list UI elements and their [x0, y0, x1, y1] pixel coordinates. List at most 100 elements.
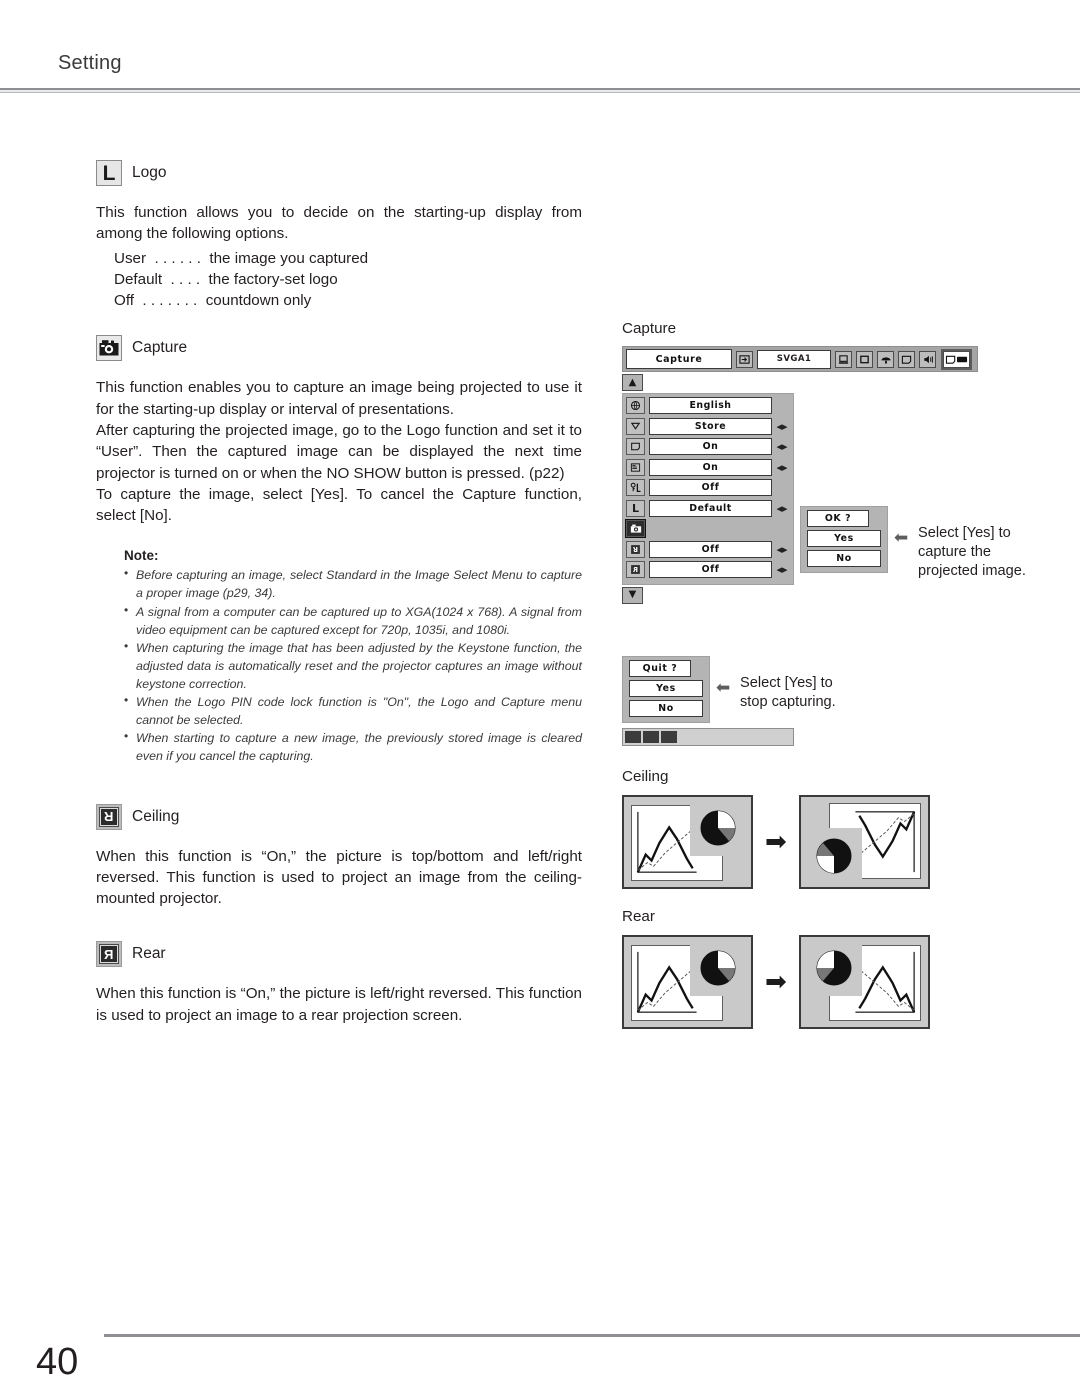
- note-item: Before capturing an image, select Standa…: [124, 565, 582, 602]
- section-capture-title: Capture: [132, 339, 188, 357]
- section-rear: R Rear When this function is “On,” the p…: [96, 941, 582, 1026]
- pie-chart: [815, 949, 853, 987]
- rear-icon: R: [626, 561, 645, 578]
- capture-dialog-yes-button[interactable]: Yes: [807, 530, 881, 547]
- logo-option-off: Off . . . . . . . countdown only: [114, 292, 312, 310]
- capture-dialog-prompt: OK ?: [807, 510, 869, 527]
- quit-dialog-no-button[interactable]: No: [629, 700, 703, 717]
- rear-illustration-group: Rear ➡: [622, 908, 930, 1029]
- rear-illustration-label: Rear: [622, 908, 655, 925]
- input-icon[interactable]: [736, 350, 753, 368]
- pie-chart: [699, 949, 737, 987]
- logo-icon: L: [626, 499, 645, 517]
- left-right-adjust-icon[interactable]: ◂▸: [774, 459, 790, 476]
- osd-row-capture[interactable]: [626, 519, 790, 538]
- pin-code-lock-icon: [626, 479, 645, 496]
- section-logo: L Logo This function allows you to decid…: [96, 160, 582, 311]
- note-item: When the Logo PIN code lock function is …: [124, 692, 582, 729]
- note-item: When capturing the image that has been a…: [124, 638, 582, 693]
- section-capture-heading: Capture: [96, 335, 582, 362]
- capture-confirm-dialog: OK ? Yes No: [800, 506, 888, 573]
- section-logo-heading: L Logo: [96, 160, 582, 186]
- svg-text:R: R: [633, 545, 638, 553]
- osd-row-language[interactable]: English: [626, 396, 790, 415]
- left-right-adjust-icon[interactable]: ◂▸: [774, 541, 790, 558]
- note-item: When starting to capture a new image, th…: [124, 728, 582, 765]
- section-ceiling: R Ceiling When this function is “On,” th…: [96, 803, 582, 910]
- osd-value-logo[interactable]: Default: [649, 499, 772, 517]
- osd-row-lamp-mode[interactable]: Store ◂▸: [626, 417, 790, 436]
- header-divider: [0, 88, 1080, 93]
- pointer-arrow-icon: ⬅: [716, 678, 731, 698]
- projection-rear: [798, 935, 930, 1029]
- logo-icon: L: [96, 160, 122, 186]
- ceiling-illustration-pair: ➡: [622, 795, 930, 889]
- section-ceiling-heading: R Ceiling: [96, 803, 582, 830]
- logo-option-user: User . . . . . . the image you captured: [114, 249, 369, 267]
- osd-row-display[interactable]: On ◂▸: [626, 437, 790, 456]
- osd-value-ceiling[interactable]: Off: [649, 540, 772, 558]
- capture-camera-icon: [96, 335, 122, 362]
- pie-chart: [699, 809, 737, 847]
- osd-value-rear[interactable]: Off: [649, 561, 772, 578]
- ceiling-illustration-label: Ceiling: [622, 768, 669, 785]
- progress-block: [661, 731, 677, 743]
- progress-block: [625, 731, 641, 743]
- quit-dialog-yes-button[interactable]: Yes: [629, 680, 703, 697]
- chapter-title: Setting: [58, 52, 122, 74]
- projection-normal: [622, 795, 753, 889]
- osd-menu-title: Capture: [626, 349, 732, 369]
- ceiling-icon: R: [96, 803, 122, 830]
- display-icon: [626, 438, 645, 455]
- osd-row-menu-position[interactable]: On ◂▸: [626, 458, 790, 477]
- section-rear-heading: R Rear: [96, 941, 582, 968]
- capture-note-box: Note: Before capturing an image, select …: [124, 548, 582, 765]
- section-capture: Capture This function enables you to cap…: [96, 335, 582, 765]
- osd-row-rear[interactable]: R Off ◂▸: [626, 560, 790, 579]
- osd-body: ▲ English Store ◂▸ On ◂▸ On ◂▸ Off L Def…: [622, 374, 1026, 746]
- scroll-down-button[interactable]: ▼: [622, 586, 643, 604]
- left-right-adjust-icon[interactable]: ◂▸: [774, 438, 790, 455]
- screen-icon[interactable]: [856, 350, 873, 368]
- osd-source-value[interactable]: SVGA1: [757, 349, 831, 369]
- osd-value-pin-code-lock[interactable]: Off: [649, 479, 772, 496]
- section-logo-body: This function allows you to decide on th…: [96, 204, 582, 243]
- setting-icon[interactable]: [943, 350, 970, 368]
- svg-text:R: R: [633, 566, 638, 574]
- osd-row-pin-code-lock[interactable]: Off: [626, 478, 790, 497]
- section-ceiling-title: Ceiling: [132, 807, 180, 825]
- scroll-up-button[interactable]: ▲: [622, 374, 643, 391]
- quit-dialog-annotation: Select [Yes] to stop capturing.: [740, 675, 836, 710]
- color-icon[interactable]: [877, 350, 894, 368]
- note-item: A signal from a computer can be captured…: [124, 602, 582, 639]
- rear-illustration-pair: ➡: [622, 935, 930, 1029]
- osd-menu-mock: Capture SVGA1 ▲ English Store ◂▸ On ◂▸ O…: [622, 346, 1042, 746]
- osd-row-ceiling[interactable]: R Off ◂▸: [626, 540, 790, 559]
- left-right-adjust-icon[interactable]: ◂▸: [774, 418, 790, 435]
- osd-value-language[interactable]: English: [649, 397, 772, 414]
- osd-value-display[interactable]: On: [649, 438, 772, 455]
- sound-icon[interactable]: [919, 350, 936, 368]
- capture-paragraph-3: To capture the image, select [Yes]. To c…: [96, 485, 582, 525]
- osd-value-menu-position[interactable]: On: [649, 458, 772, 476]
- section-logo-title: Logo: [132, 164, 167, 181]
- osd-row-logo[interactable]: L Default ◂▸: [626, 499, 790, 518]
- computer-icon[interactable]: [835, 350, 852, 368]
- left-right-adjust-icon[interactable]: ◂▸: [774, 561, 790, 578]
- right-figure-column: Capture Capture SVGA1 ▲ English Store ◂▸…: [622, 320, 1042, 1029]
- left-right-adjust-icon[interactable]: ◂▸: [774, 500, 790, 517]
- quit-dialog-prompt: Quit ?: [629, 660, 691, 677]
- capture-paragraph-1: This function enables you to capture an …: [96, 379, 582, 418]
- language-globe-icon: [626, 397, 645, 414]
- image-icon[interactable]: [898, 350, 915, 368]
- capture-dialog-no-button[interactable]: No: [807, 550, 881, 567]
- osd-value-lamp-mode[interactable]: Store: [649, 417, 772, 435]
- logo-option-default: Default . . . . the factory-set logo: [114, 270, 338, 288]
- section-rear-title: Rear: [132, 945, 166, 963]
- section-ceiling-body: When this function is “On,” the picture …: [96, 847, 582, 908]
- note-list: Before capturing an image, select Standa…: [124, 565, 582, 765]
- capture-dialog-annotation: Select [Yes] to capture the projected im…: [918, 525, 1026, 579]
- osd-settings-list: English Store ◂▸ On ◂▸ On ◂▸ Off L Defau…: [622, 393, 794, 585]
- transform-arrow-icon: ➡: [765, 967, 787, 997]
- note-title: Note:: [124, 548, 159, 564]
